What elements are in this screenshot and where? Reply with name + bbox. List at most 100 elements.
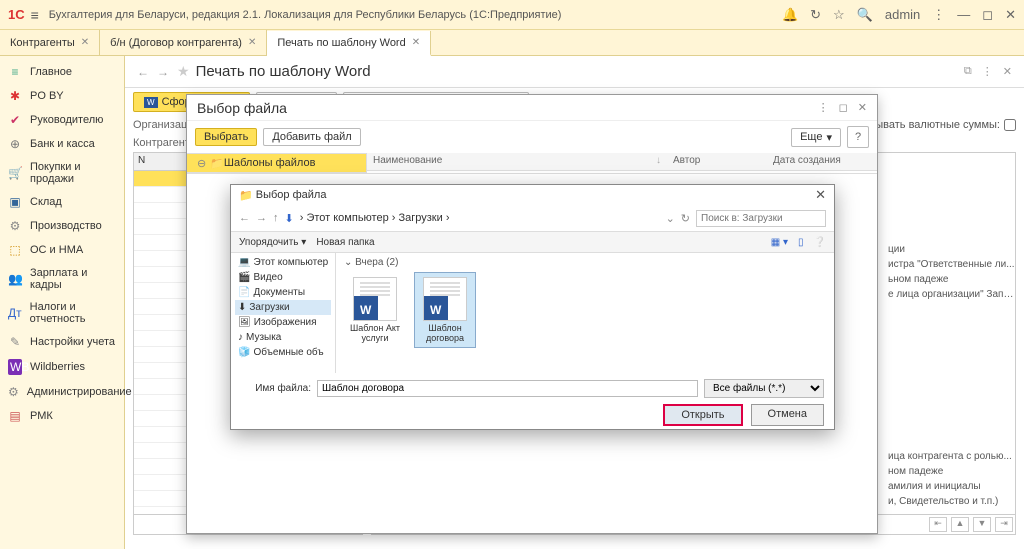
nav-first-icon[interactable]: ⇤	[929, 517, 947, 532]
pc-icon: ⬇	[285, 212, 294, 225]
nav-prev-icon[interactable]: ▲	[951, 517, 969, 532]
file-item[interactable]: Шаблон договора	[414, 272, 476, 348]
word-file-icon	[423, 277, 467, 321]
sort-icon[interactable]: ↓	[656, 155, 661, 166]
file-item[interactable]: Шаблон Акт услуги	[344, 272, 406, 348]
sidebar-item[interactable]: 👥Зарплата и кадры	[0, 262, 124, 296]
tab-contract[interactable]: б/н (Договор контрагента)✕	[100, 30, 267, 55]
sidebar-icon: WB	[8, 359, 22, 375]
cancel-button[interactable]: Отмена	[751, 404, 824, 426]
file-name: Шаблон Акт услуги	[349, 323, 401, 343]
nav-last-icon[interactable]: ⇥	[995, 517, 1013, 532]
tab-close-icon[interactable]: ✕	[248, 37, 256, 48]
tree-item[interactable]: 📄Документы	[235, 285, 331, 300]
tree-item[interactable]: 🎬Видео	[235, 270, 331, 285]
modal-close-icon[interactable]: ✕	[858, 101, 867, 114]
collapse-icon[interactable]: ⊖	[197, 157, 206, 170]
hints-top: цииистра "Ответственные ли...ьном падеже…	[888, 242, 1018, 302]
col-name[interactable]: Наименование ↓	[367, 153, 667, 171]
forward-icon[interactable]: →	[157, 65, 169, 79]
tab-print-word[interactable]: Печать по шаблону Word✕	[267, 31, 431, 56]
user-label[interactable]: admin	[885, 7, 920, 22]
sidebar-item[interactable]: ДтНалоги и отчетность	[0, 296, 124, 330]
sidebar-item[interactable]: ✱PO BY	[0, 84, 124, 108]
link-icon[interactable]: ⧉	[964, 65, 972, 78]
tree-item[interactable]: 🧊Объемные объ	[235, 345, 331, 360]
tab-close-icon[interactable]: ✕	[412, 37, 420, 48]
add-file-button[interactable]: Добавить файл	[263, 128, 360, 146]
refresh-icon[interactable]: ↻	[681, 212, 690, 225]
tree-icon: 🎬	[238, 272, 250, 283]
sidebar-item[interactable]: ✔Руководителю	[0, 108, 124, 132]
modal-menu-icon[interactable]: ⋮	[818, 101, 829, 114]
search-icon[interactable]: 🔍	[857, 7, 873, 23]
back-icon[interactable]: ←	[137, 65, 149, 79]
sidebar-item[interactable]: ✎Настройки учета	[0, 330, 124, 354]
page-close-icon[interactable]: ✕	[1003, 65, 1012, 78]
path-breadcrumb[interactable]: › Этот компьютер › Загрузки ›	[300, 212, 660, 224]
filetype-select[interactable]: Все файлы (*.*)	[704, 379, 824, 398]
titlebar: 1С ≡ Бухгалтерия для Беларуси, редакция …	[0, 0, 1024, 30]
new-folder-button[interactable]: Новая папка	[316, 237, 374, 248]
windows-file-dialog: 📁 Выбор файла✕ ← → ↑ ⬇ › Этот компьютер …	[230, 184, 835, 430]
sidebar-icon: Дт	[8, 306, 22, 320]
close-icon[interactable]: ✕	[1005, 7, 1016, 23]
sidebar-item[interactable]: ≡Главное	[0, 60, 124, 84]
nav-next-icon[interactable]: ▼	[973, 517, 991, 532]
page-title: Печать по шаблону Word	[196, 63, 964, 80]
tree-item[interactable]: 💻Этот компьютер	[235, 255, 331, 270]
dialog-close-icon[interactable]: ✕	[815, 187, 826, 203]
forward-icon[interactable]: →	[256, 212, 267, 224]
back-icon[interactable]: ←	[239, 212, 250, 224]
folder-tree-row[interactable]: ⊖📁 Шаблоны файлов	[187, 153, 366, 173]
sidebar-icon: ⚙	[8, 219, 22, 233]
sidebar-item[interactable]: ▤РМК	[0, 404, 124, 428]
up-icon[interactable]: ↑	[273, 212, 279, 224]
tree-icon: 💻	[238, 257, 250, 268]
more-button[interactable]: Еще ▾	[791, 128, 841, 147]
tree-item[interactable]: ♪Музыка	[235, 330, 331, 345]
currency-checkbox[interactable]	[1004, 119, 1016, 131]
sidebar-item[interactable]: ⬚ОС и НМА	[0, 238, 124, 262]
word-file-icon	[353, 277, 397, 321]
chevron-down-icon[interactable]: ⌄	[666, 212, 675, 225]
favorite-icon[interactable]: ★	[177, 63, 190, 80]
minimize-icon[interactable]: —	[957, 7, 970, 22]
view-icon[interactable]: ▦ ▾	[771, 237, 788, 248]
search-input[interactable]	[696, 210, 826, 227]
menu-icon[interactable]: ≡	[31, 7, 39, 23]
app-logo: 1С	[8, 7, 25, 22]
help-icon[interactable]: ❔	[814, 237, 826, 248]
history-icon[interactable]: ↻	[810, 7, 821, 23]
folder-tree[interactable]: 💻Этот компьютер🎬Видео📄Документы⬇Загрузки…	[231, 253, 336, 373]
tab-close-icon[interactable]: ✕	[81, 37, 89, 48]
col-author[interactable]: Автор	[667, 153, 767, 171]
star-icon[interactable]: ☆	[833, 7, 845, 23]
sidebar-item[interactable]: ⚙Администрирование	[0, 380, 124, 404]
more-icon[interactable]: ⋮	[982, 65, 993, 78]
file-area[interactable]: ⌄ Вчера (2) Шаблон Акт услугиШаблон дого…	[336, 253, 834, 373]
tab-contragents[interactable]: Контрагенты✕	[0, 30, 100, 55]
sidebar-item[interactable]: ⚙Производство	[0, 214, 124, 238]
tree-icon: 🖼	[238, 317, 251, 328]
tree-item[interactable]: ⬇Загрузки	[235, 300, 331, 315]
currency-label: читывать валютные суммы:	[858, 119, 1000, 131]
sidebar-item[interactable]: ▣Склад	[0, 190, 124, 214]
sidebar-item[interactable]: WB Wildberries	[0, 354, 124, 380]
sidebar-label: Wildberries	[30, 361, 85, 373]
bell-icon[interactable]: 🔔	[782, 7, 798, 23]
organize-menu[interactable]: Упорядочить ▾	[239, 237, 306, 248]
sidebar-item[interactable]: ⊕Банк и касса	[0, 132, 124, 156]
settings-icon[interactable]: ⋮	[932, 7, 945, 23]
col-date[interactable]: Дата создания	[767, 153, 877, 171]
tree-item[interactable]: 🖼Изображения	[235, 315, 331, 330]
sidebar-item[interactable]: 🛒Покупки и продажи	[0, 156, 124, 190]
select-button[interactable]: Выбрать	[195, 128, 257, 146]
restore-icon[interactable]: ◻	[982, 7, 993, 23]
filename-input[interactable]	[317, 380, 698, 397]
modal-restore-icon[interactable]: ◻	[839, 101, 848, 114]
sidebar-label: PO BY	[30, 90, 64, 102]
help-button[interactable]: ?	[847, 126, 869, 148]
preview-icon[interactable]: ▯	[798, 237, 804, 248]
open-button[interactable]: Открыть	[663, 404, 742, 426]
